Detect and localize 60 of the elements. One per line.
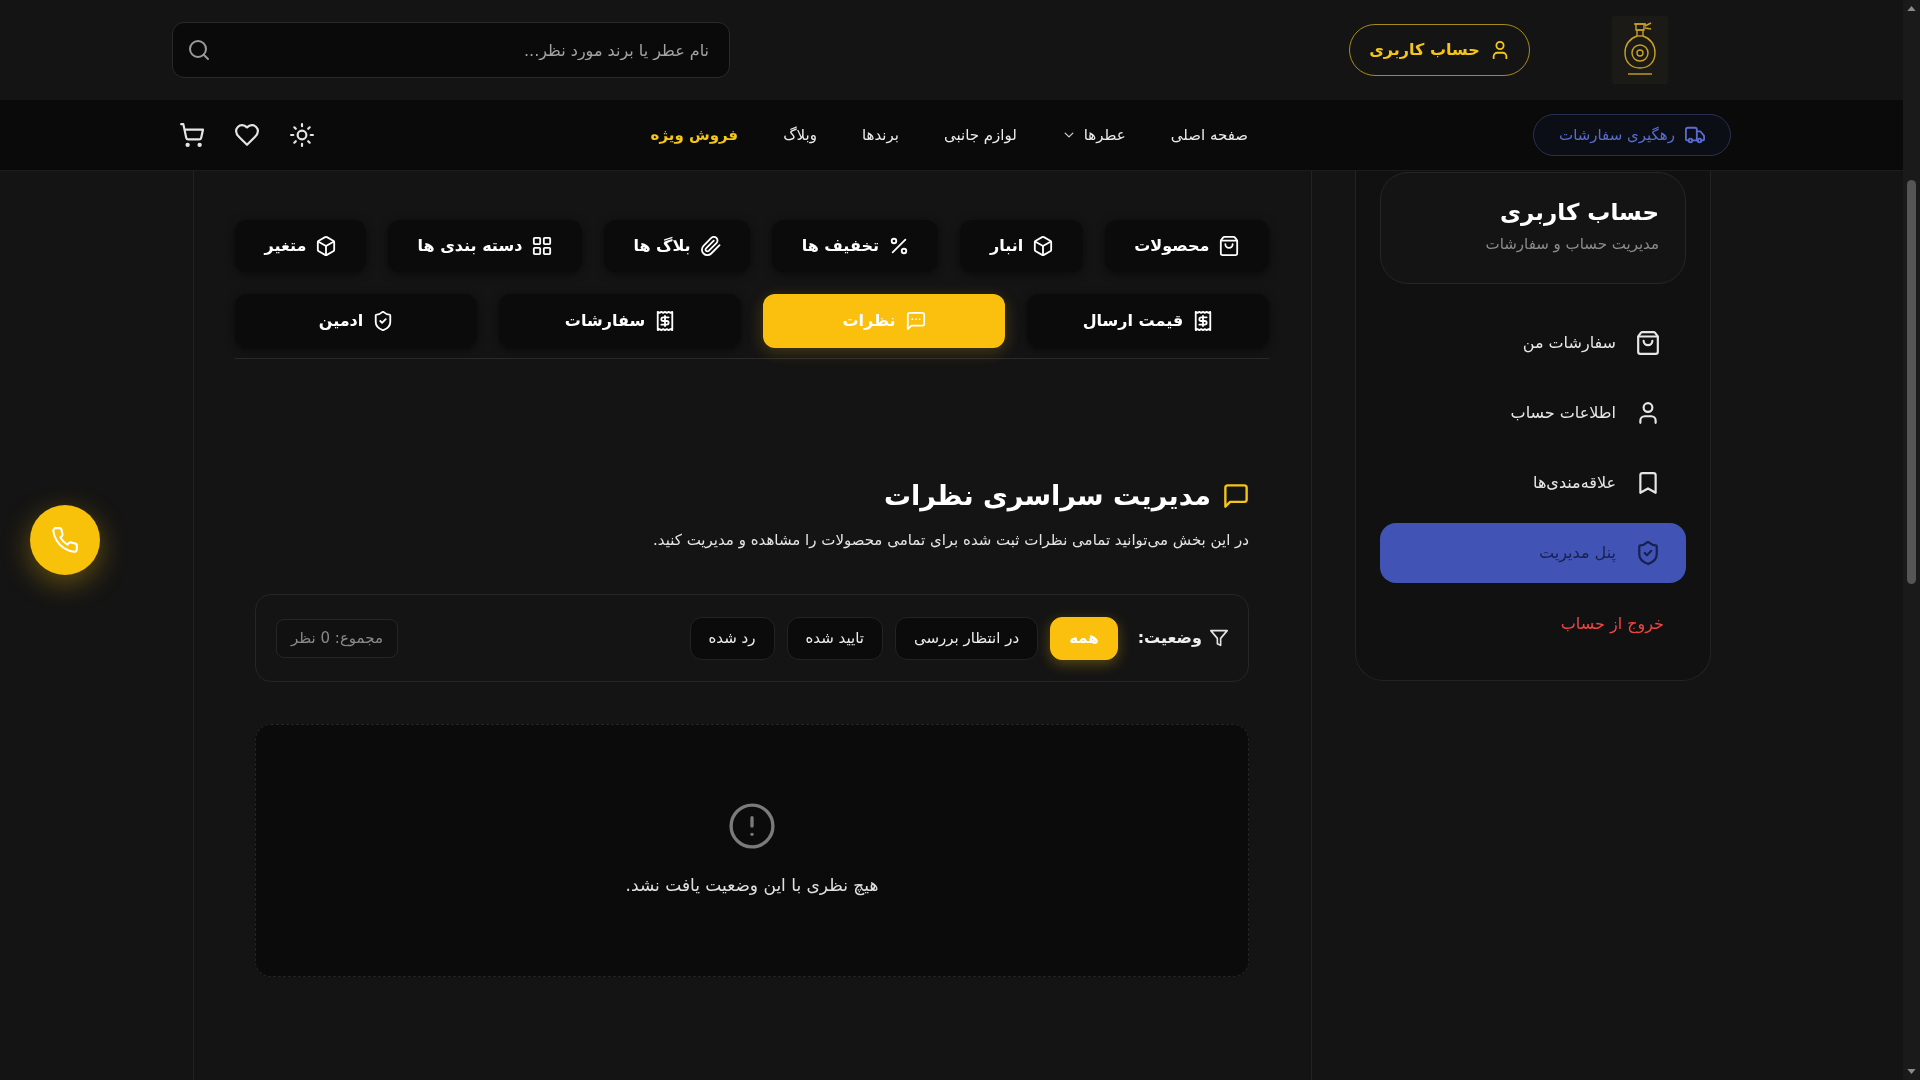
chat-bubble-icon bbox=[905, 311, 926, 331]
cart-icon[interactable] bbox=[180, 123, 204, 147]
paperclip-icon bbox=[700, 236, 721, 256]
status-filter-option[interactable]: تایید شده bbox=[786, 616, 883, 660]
sun-icon[interactable] bbox=[290, 123, 314, 147]
admin-tab[interactable]: دسته بندی ها bbox=[387, 220, 582, 272]
sidebar-item[interactable]: سفارشات من bbox=[1380, 313, 1686, 373]
bag-icon bbox=[1219, 236, 1240, 256]
scrollbar-thumb[interactable] bbox=[1907, 180, 1916, 584]
chat-bubble-icon bbox=[1223, 483, 1249, 509]
shield-check-icon bbox=[1636, 541, 1660, 565]
sidebar-item[interactable]: اطلاعات حساب bbox=[1380, 383, 1686, 443]
admin-tab[interactable]: بلاگ ها bbox=[603, 220, 751, 272]
admin-tab[interactable]: تخفیف ها bbox=[772, 220, 939, 272]
percent-icon bbox=[888, 236, 909, 256]
nav-link[interactable]: فروش ویژه bbox=[650, 123, 739, 147]
cube-icon bbox=[1033, 236, 1054, 256]
receipt-icon bbox=[655, 311, 676, 331]
perfume-bottle-logo[interactable] bbox=[1612, 16, 1668, 84]
status-filter-option[interactable]: رد شده bbox=[689, 616, 775, 660]
nav-link[interactable]: وبلاگ bbox=[783, 123, 817, 147]
nav-link[interactable]: عطرها bbox=[1061, 123, 1126, 147]
admin-tab[interactable]: قیمت ارسال bbox=[1027, 294, 1269, 348]
scroll-up-arrow-icon[interactable] bbox=[1907, 6, 1916, 11]
cube-icon bbox=[316, 236, 337, 256]
sidebar-item[interactable]: علاقه‌مندی‌ها bbox=[1380, 453, 1686, 513]
scrollbar[interactable] bbox=[1903, 0, 1920, 1080]
truck-icon bbox=[1685, 125, 1705, 145]
user-icon bbox=[1636, 401, 1660, 425]
nav-link[interactable]: صفحه اصلی bbox=[1170, 123, 1248, 147]
admin-tab[interactable]: محصولات bbox=[1104, 220, 1269, 272]
shield-check-icon bbox=[373, 311, 394, 331]
empty-message: هیچ نظری با این وضعیت یافت نشد. bbox=[625, 873, 879, 898]
filter-label: وضعیت: bbox=[1137, 627, 1202, 649]
bag-icon bbox=[1636, 331, 1660, 355]
admin-tab[interactable]: متغیر bbox=[234, 220, 366, 272]
section-title: مدیریت سراسری نظرات bbox=[883, 479, 1211, 513]
admin-tab[interactable]: انبار bbox=[960, 220, 1083, 272]
sidebar-title: حساب کاربری bbox=[1499, 197, 1659, 228]
receipt-icon bbox=[1193, 311, 1214, 331]
alert-circle-icon bbox=[729, 802, 775, 849]
heart-icon[interactable] bbox=[235, 123, 259, 147]
phone-icon bbox=[52, 527, 78, 553]
admin-tab[interactable]: ادمین bbox=[235, 294, 477, 348]
logout-link[interactable]: خروج از حساب bbox=[1560, 612, 1664, 636]
search-field[interactable]: نام عطر یا برند مورد نظر... bbox=[172, 22, 730, 78]
order-tracking-button[interactable]: رهگیری سفارشات bbox=[1533, 114, 1731, 156]
scroll-down-arrow-icon[interactable] bbox=[1907, 1069, 1916, 1074]
status-filter-option[interactable]: در انتظار بررسی bbox=[894, 616, 1039, 660]
search-icon[interactable] bbox=[188, 39, 210, 61]
section-description: در این بخش می‌توانید تمامی نظرات ثبت شده برای تمامی محصولات را مشاهده و مدیریت کنید. bbox=[652, 530, 1249, 551]
phone-button[interactable] bbox=[30, 505, 100, 575]
grid-icon bbox=[532, 236, 553, 256]
admin-tab[interactable]: سفارشات bbox=[499, 294, 741, 348]
bookmark-icon bbox=[1636, 471, 1660, 495]
sidebar-subtitle: مدیریت حساب و سفارشات bbox=[1484, 234, 1659, 255]
total-count: مجموع: 0 نظر bbox=[276, 618, 398, 658]
nav-link[interactable]: لوازم جانبی bbox=[943, 123, 1017, 147]
filter-icon bbox=[1210, 629, 1228, 647]
nav-link[interactable]: برندها bbox=[861, 123, 899, 147]
